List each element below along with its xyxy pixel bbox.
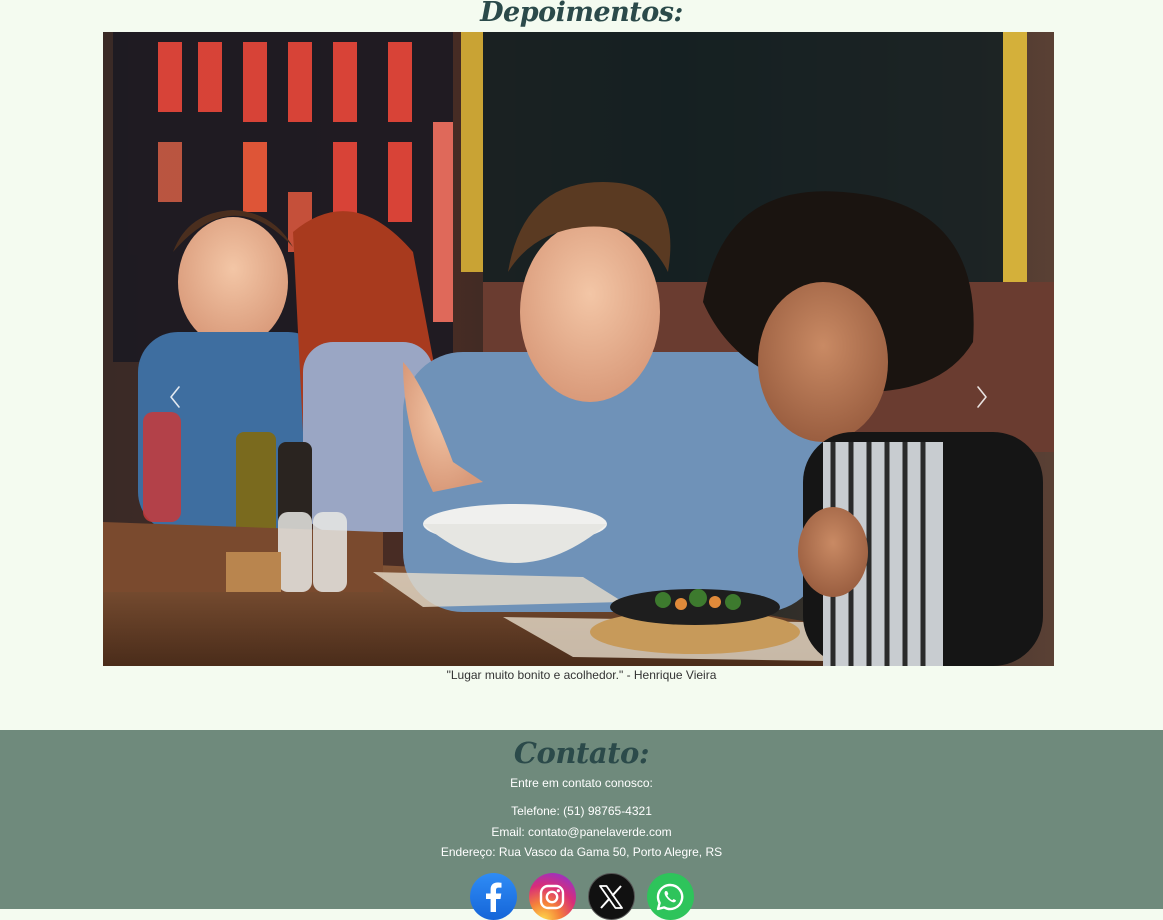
instagram-icon bbox=[539, 884, 565, 909]
contact-email: Email: contato@panelaverde.com bbox=[491, 825, 672, 839]
contact-address: Endereço: Rua Vasco da Gama 50, Porto Al… bbox=[440, 845, 723, 859]
whatsapp-link[interactable] bbox=[646, 873, 694, 920]
x-link[interactable] bbox=[587, 873, 635, 920]
testimonial-caption: "Lugar muito bonito e acolhedor." - Henr… bbox=[446, 668, 717, 682]
restaurant-photo bbox=[103, 32, 1054, 666]
facebook-icon bbox=[486, 882, 502, 912]
facebook-link[interactable] bbox=[469, 873, 517, 920]
chevron-right-icon bbox=[977, 386, 987, 408]
testimonials-section: Depoimentos: "Lugar muito bonito e acolh… bbox=[0, 0, 1163, 730]
carousel-next-button[interactable] bbox=[962, 369, 1002, 425]
social-links bbox=[0, 873, 1163, 920]
contact-title: Contato: bbox=[513, 736, 650, 770]
contact-phone: Telefone: (51) 98765-4321 bbox=[511, 804, 652, 818]
carousel-prev-button[interactable] bbox=[155, 369, 195, 425]
testimonial-carousel[interactable] bbox=[103, 32, 1054, 666]
testimonials-title: Depoimentos: bbox=[480, 0, 683, 28]
x-icon bbox=[599, 884, 623, 909]
contact-intro: Entre em contato conosco: bbox=[510, 776, 653, 790]
contact-section: Contato: Entre em contato conosco: Telef… bbox=[0, 730, 1163, 920]
chevron-left-icon bbox=[170, 386, 180, 408]
whatsapp-icon bbox=[656, 883, 684, 910]
instagram-link[interactable] bbox=[528, 873, 576, 920]
